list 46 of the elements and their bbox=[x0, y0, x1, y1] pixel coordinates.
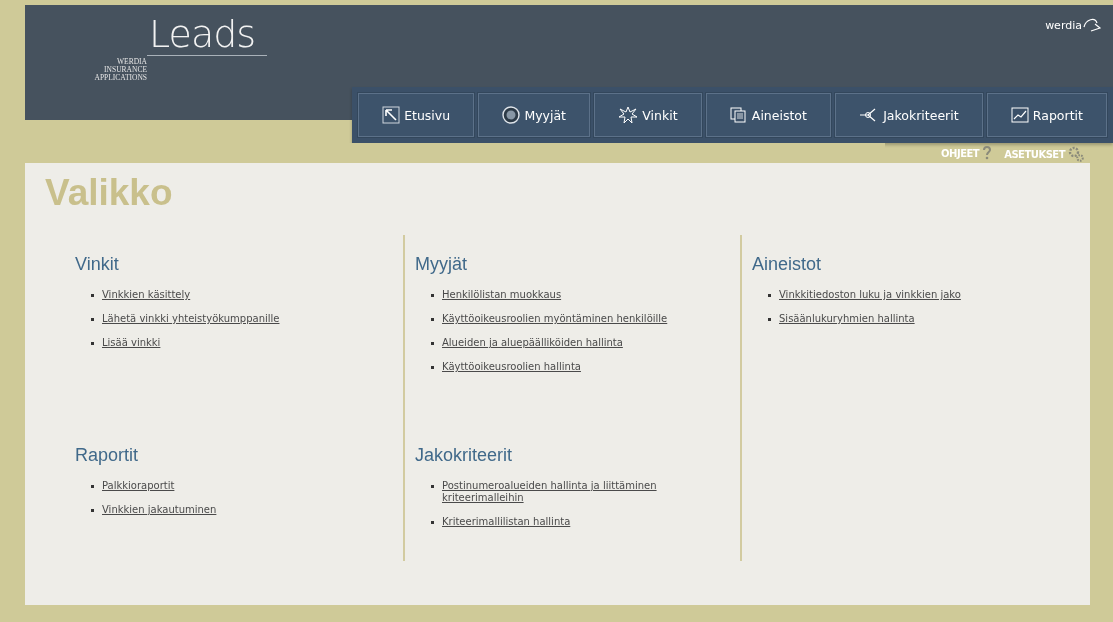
menu-link[interactable]: Lisää vinkki bbox=[102, 337, 161, 349]
bullet-icon bbox=[431, 521, 434, 524]
menu-link[interactable]: Sisäänlukuryhmien hallinta bbox=[779, 313, 915, 325]
menu-link[interactable]: Kriteerimallilistan hallinta bbox=[442, 516, 571, 528]
section-heading: Myyjät bbox=[415, 253, 467, 275]
circle-icon bbox=[502, 106, 521, 124]
bullet-icon bbox=[91, 294, 94, 297]
bullet-icon bbox=[431, 485, 434, 488]
bullet-icon bbox=[91, 485, 94, 488]
bullet-icon bbox=[91, 318, 94, 321]
menu-link[interactable]: Käyttöoikeusroolien hallinta bbox=[442, 361, 581, 373]
nav-button[interactable]: Vinkit bbox=[594, 93, 702, 137]
menu-link[interactable]: Käyttöoikeusroolien myöntäminen henkilöille bbox=[442, 313, 668, 325]
section-heading: Vinkit bbox=[75, 253, 119, 275]
menu-link[interactable]: Vinkkien jakautuminen bbox=[102, 504, 217, 516]
brand-logo: werdia bbox=[1045, 17, 1101, 33]
menu-link[interactable]: Lähetä vinkki yhteistyökumppanille bbox=[102, 313, 280, 325]
menu-link[interactable]: Henkilölistan muokkaus bbox=[442, 289, 562, 301]
nav-button[interactable]: Raportit bbox=[986, 93, 1108, 137]
nav-button[interactable]: Jakokriteerit bbox=[835, 93, 983, 137]
bullet-icon bbox=[91, 509, 94, 512]
settings-icon bbox=[1068, 146, 1084, 162]
chart-icon bbox=[1010, 107, 1029, 123]
menu-link[interactable]: Alueiden ja aluepäälliköiden hallinta bbox=[442, 337, 623, 349]
nav-button[interactable]: Etusivu bbox=[358, 93, 475, 137]
menu-link[interactable]: Vinkkitiedoston luku ja vinkkien jako bbox=[779, 289, 961, 301]
menu-link[interactable]: Palkkioraportit bbox=[102, 480, 175, 492]
bullet-icon bbox=[768, 318, 771, 321]
nav-button[interactable]: Aineistot bbox=[705, 93, 832, 137]
bullet-icon bbox=[431, 342, 434, 345]
menu-link[interactable]: Postinumeroalueiden hallinta ja liittäminen kriteerimalleihin bbox=[442, 480, 691, 504]
section-heading: Aineistot bbox=[752, 253, 822, 275]
nav-button[interactable]: Myyjät bbox=[478, 93, 591, 137]
bullet-icon bbox=[431, 318, 434, 321]
section-heading: Raportit bbox=[75, 444, 139, 466]
bullet-icon bbox=[431, 294, 434, 297]
starburst-icon bbox=[618, 106, 639, 124]
bullet-icon bbox=[91, 342, 94, 345]
bullet-icon bbox=[768, 294, 771, 297]
menu-link[interactable]: Vinkkien käsittely bbox=[102, 289, 191, 301]
section-heading: Jakokriteerit bbox=[415, 444, 513, 466]
page-title: Valikko bbox=[45, 171, 173, 215]
logo-title: Leads bbox=[147, 13, 267, 56]
help-icon bbox=[982, 146, 993, 160]
bullet-icon bbox=[431, 366, 434, 369]
documents-icon bbox=[729, 107, 748, 123]
